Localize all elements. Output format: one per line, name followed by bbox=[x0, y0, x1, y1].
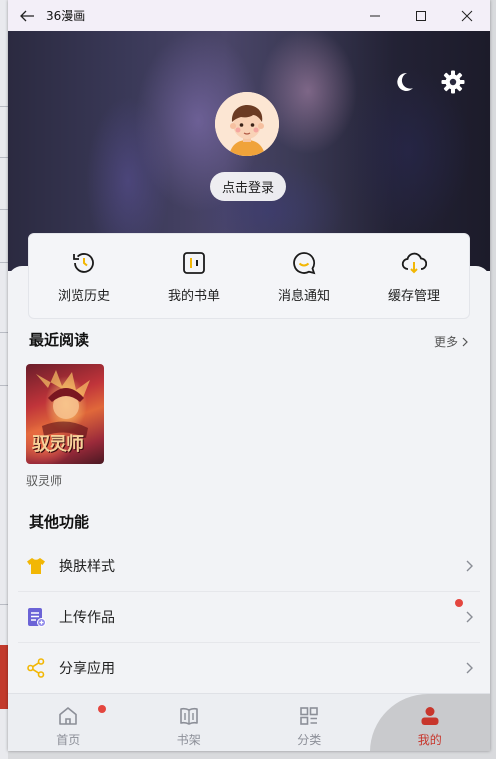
home-notification-dot bbox=[98, 705, 106, 713]
menu-item-share[interactable]: 分享应用 bbox=[18, 643, 480, 693]
upload-doc-icon bbox=[28, 608, 46, 627]
user-avatar-icon bbox=[215, 92, 279, 156]
tab-home-label: 首页 bbox=[56, 733, 81, 747]
moon-icon bbox=[397, 72, 413, 91]
login-button[interactable]: 点击登录 bbox=[210, 172, 286, 201]
bottom-tab-bar: 首页 书架 分类 我的 bbox=[8, 693, 490, 751]
menu-item-theme-label: 换肤样式 bbox=[59, 559, 115, 575]
more-label: 更多 bbox=[433, 335, 458, 349]
chevron-right-icon bbox=[466, 662, 473, 674]
avatar[interactable] bbox=[215, 92, 279, 156]
share-icon bbox=[27, 658, 45, 678]
settings-button[interactable] bbox=[440, 69, 466, 95]
back-button[interactable] bbox=[8, 0, 46, 31]
menu-item-share-label: 分享应用 bbox=[59, 661, 115, 677]
app-window: 36漫画 点击登录 浏览历史 我的书单 消息通知 缓存管理 最近阅读 更多 驭灵… bbox=[8, 0, 490, 751]
more-link[interactable]: 更多 bbox=[434, 333, 470, 350]
menu-item-upload[interactable]: 上传作品 bbox=[18, 592, 480, 643]
bookshelf-icon bbox=[179, 707, 198, 725]
night-mode-button[interactable] bbox=[391, 69, 417, 95]
maximize-button[interactable] bbox=[398, 0, 444, 31]
title-bar: 36漫画 bbox=[8, 0, 490, 31]
quick-booklist[interactable]: 我的书单 bbox=[139, 234, 249, 318]
maximize-icon bbox=[416, 10, 426, 21]
close-icon bbox=[461, 10, 473, 21]
tshirt-icon bbox=[27, 558, 45, 574]
close-button[interactable] bbox=[444, 0, 490, 31]
chevron-right-icon bbox=[462, 337, 468, 346]
tab-profile-label: 我的 bbox=[417, 733, 442, 747]
tab-category[interactable]: 分类 bbox=[249, 694, 370, 751]
chevron-right-icon bbox=[466, 560, 473, 572]
tab-bookshelf-label: 书架 bbox=[176, 733, 201, 747]
quick-booklist-label: 我的书单 bbox=[167, 289, 220, 304]
tab-category-label: 分类 bbox=[297, 733, 322, 747]
quick-messages-label: 消息通知 bbox=[277, 289, 330, 304]
other-features-title: 其他功能 bbox=[29, 513, 90, 531]
quick-cache-label: 缓存管理 bbox=[387, 289, 440, 304]
message-icon bbox=[293, 252, 316, 275]
cloud-download-icon bbox=[401, 252, 427, 274]
background-app-strip bbox=[0, 0, 8, 759]
home-icon bbox=[59, 707, 78, 725]
recent-reading-title: 最近阅读 bbox=[29, 331, 90, 349]
tab-bookshelf[interactable]: 书架 bbox=[129, 694, 250, 751]
quick-actions: 浏览历史 我的书单 消息通知 缓存管理 bbox=[28, 233, 470, 319]
category-icon bbox=[300, 707, 319, 725]
comic-cover[interactable]: 驭灵师 bbox=[26, 364, 104, 464]
menu-item-upload-label: 上传作品 bbox=[59, 610, 115, 626]
quick-history-label: 浏览历史 bbox=[57, 289, 110, 304]
quick-history[interactable]: 浏览历史 bbox=[29, 234, 139, 318]
booklist-icon bbox=[183, 252, 205, 274]
gear-icon bbox=[441, 70, 465, 94]
comic-name: 驭灵师 bbox=[26, 474, 63, 488]
tab-profile[interactable]: 我的 bbox=[369, 694, 490, 751]
minimize-button[interactable] bbox=[352, 0, 398, 31]
arrow-left-icon bbox=[20, 10, 34, 21]
minimize-icon bbox=[370, 15, 380, 16]
upload-notification-dot bbox=[455, 599, 463, 607]
window-title: 36漫画 bbox=[46, 9, 86, 23]
cover-title-art: 驭灵师 bbox=[32, 434, 84, 455]
quick-cache[interactable]: 缓存管理 bbox=[359, 234, 469, 318]
chevron-right-icon bbox=[466, 611, 473, 623]
menu-item-theme[interactable]: 换肤样式 bbox=[18, 541, 480, 592]
profile-icon bbox=[421, 707, 439, 725]
quick-messages[interactable]: 消息通知 bbox=[249, 234, 359, 318]
history-icon bbox=[73, 253, 94, 273]
tab-home[interactable]: 首页 bbox=[8, 694, 129, 751]
